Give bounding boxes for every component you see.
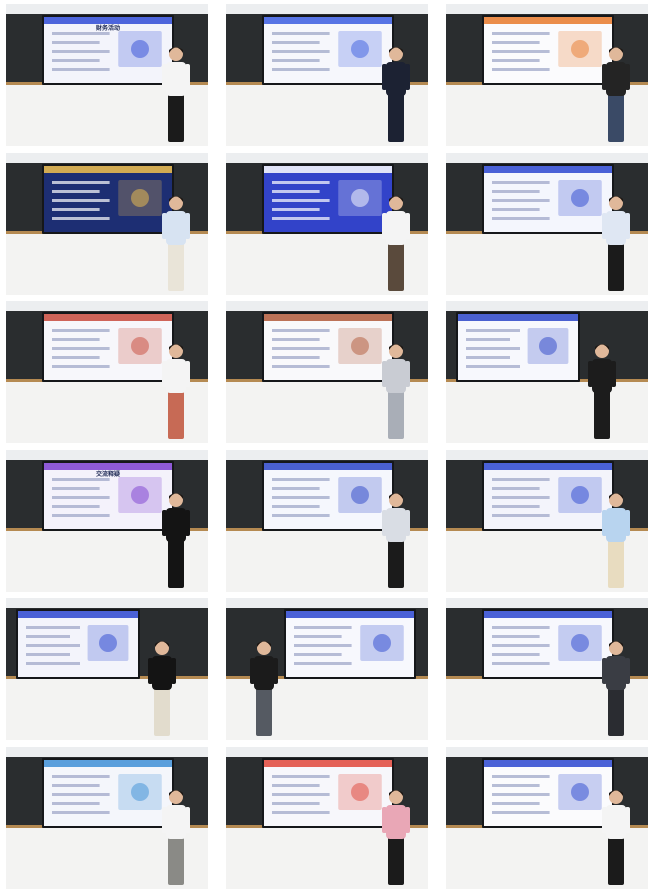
photo-1: 财务活动 [6,4,208,146]
photo-7 [6,301,208,443]
classroom-photo [6,152,208,295]
photo-2 [226,4,428,146]
classroom-photo [226,598,428,740]
photo-14 [226,598,428,740]
classroom-photo [226,449,428,592]
photo-12 [446,449,648,592]
photo-16 [6,746,208,889]
classroom-photo [446,598,648,740]
photo-15 [446,598,648,740]
photo-17 [226,746,428,889]
classroom-photo: 交流释疑 [6,449,208,592]
photo-13 [6,598,208,740]
photo-5 [226,152,428,295]
classroom-photo [6,746,208,889]
classroom-photo [446,152,648,295]
classroom-photo [6,301,208,443]
photo-collage: 财务活动 交流释疑 [0,0,654,889]
classroom-photo [226,4,428,146]
classroom-photo [6,598,208,740]
classroom-photo: 财务活动 [6,4,208,146]
classroom-photo [446,4,648,146]
photo-4 [6,152,208,295]
photo-3 [446,4,648,146]
classroom-photo [226,746,428,889]
screen-title: 交流释疑 [96,470,120,478]
photo-11 [226,449,428,592]
photo-18 [446,746,648,889]
classroom-photo [446,746,648,889]
photo-6 [446,152,648,295]
photo-10: 交流释疑 [6,449,208,592]
classroom-photo [226,152,428,295]
photo-9 [446,301,648,443]
screen-title: 财务活动 [95,24,120,32]
classroom-photo [446,301,648,443]
classroom-photo [446,449,648,592]
photo-8 [226,301,428,443]
classroom-photo [226,301,428,443]
